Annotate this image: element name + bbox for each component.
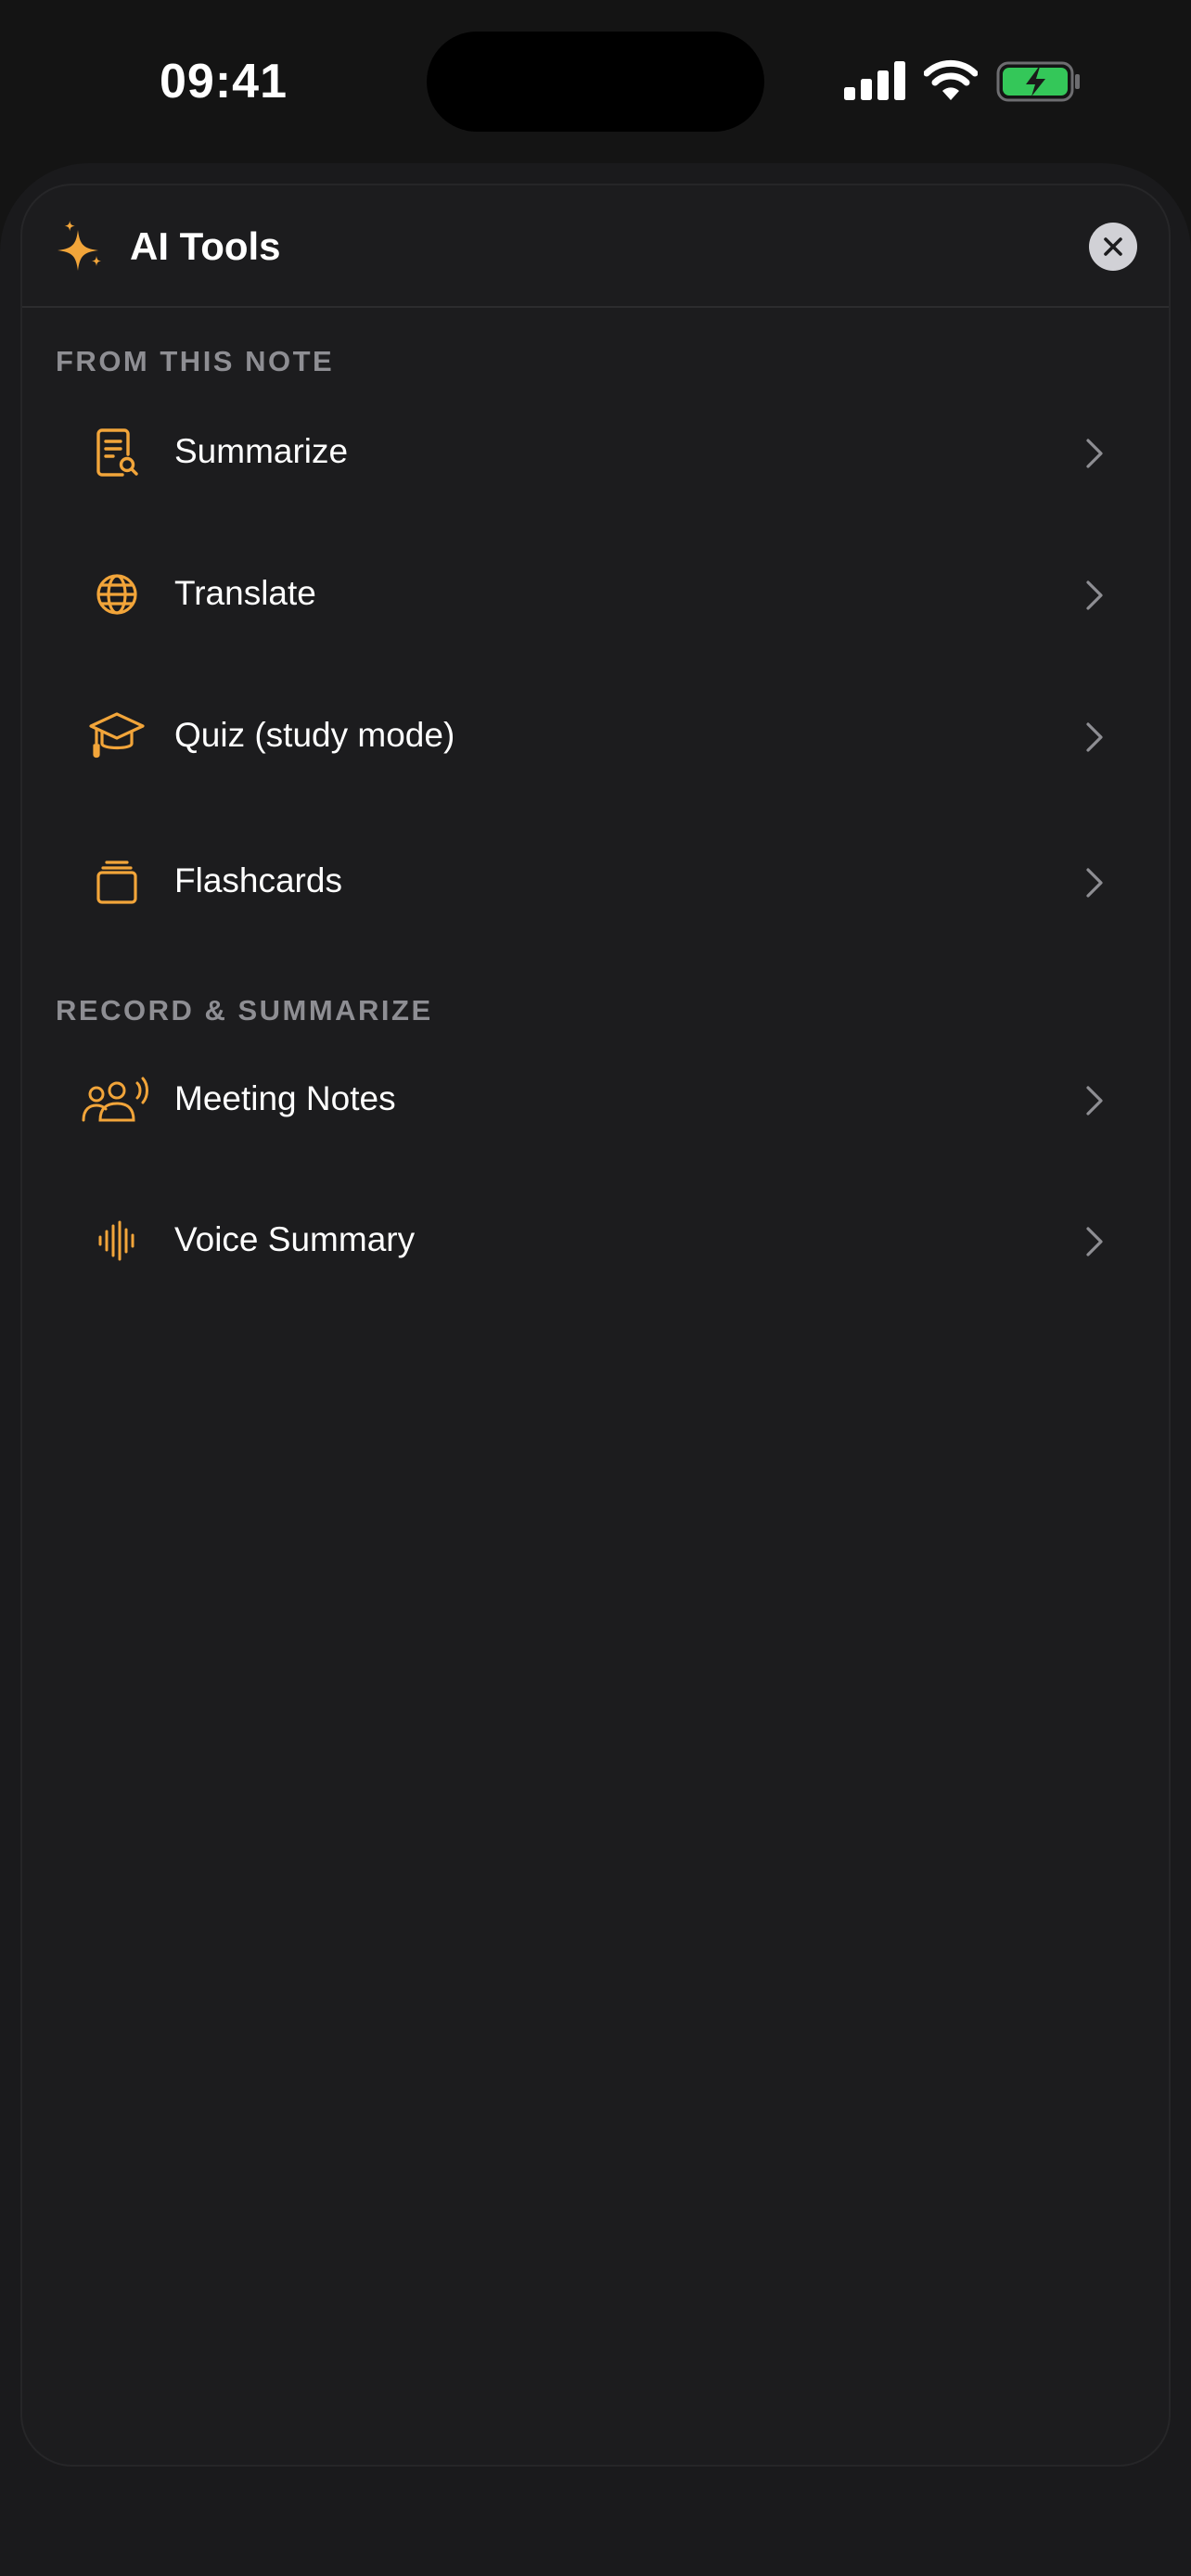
tool-row-voice-summary[interactable]: Voice Summary [22, 1176, 1169, 1306]
tool-label: Meeting Notes [174, 1079, 396, 1117]
sheet-title: AI Tools [130, 224, 281, 268]
screen: 09:41 AI Tools FROM THIS NOTE Summarize … [0, 0, 1191, 2576]
tool-label: Flashcards [174, 861, 342, 899]
waveform-icon [83, 1207, 150, 1274]
status-bar: 09:41 [0, 0, 1191, 158]
flashcards-icon [83, 848, 150, 915]
tool-label: Summarize [174, 432, 349, 470]
section-header-record-summarize: RECORD & SUMMARIZE [56, 994, 433, 1027]
chevron-right-icon [1086, 868, 1103, 898]
status-time: 09:41 [160, 55, 288, 108]
graduation-cap-icon [83, 703, 150, 770]
globe-icon [83, 561, 150, 628]
tool-row-meeting-notes[interactable]: Meeting Notes [22, 1035, 1169, 1165]
tool-label: Voice Summary [174, 1220, 416, 1258]
dynamic-island [427, 32, 764, 132]
tool-row-translate[interactable]: Translate [22, 529, 1169, 659]
ai-tools-sheet: AI Tools FROM THIS NOTE Summarize Transl… [20, 184, 1171, 2467]
tool-label: Quiz (study mode) [174, 716, 455, 754]
tool-row-summarize[interactable]: Summarize [22, 388, 1169, 517]
close-icon [1104, 237, 1122, 256]
tool-label: Translate [174, 574, 316, 612]
sparkles-icon [58, 221, 101, 271]
close-button[interactable] [1089, 223, 1137, 271]
sheet-header: AI Tools [22, 185, 1169, 308]
cellular-signal-icon [844, 61, 905, 100]
chevron-right-icon [1086, 722, 1103, 752]
document-search-icon [83, 419, 150, 486]
chevron-right-icon [1086, 439, 1103, 468]
chevron-right-icon [1086, 580, 1103, 610]
battery-charging-icon [996, 61, 1080, 102]
chevron-right-icon [1086, 1086, 1103, 1116]
chevron-right-icon [1086, 1227, 1103, 1256]
people-speaking-icon [78, 1066, 156, 1133]
section-header-from-this-note: FROM THIS NOTE [56, 345, 335, 377]
tool-row-quiz[interactable]: Quiz (study mode) [22, 671, 1169, 801]
tool-row-flashcards[interactable]: Flashcards [22, 817, 1169, 947]
wifi-icon [924, 59, 978, 100]
